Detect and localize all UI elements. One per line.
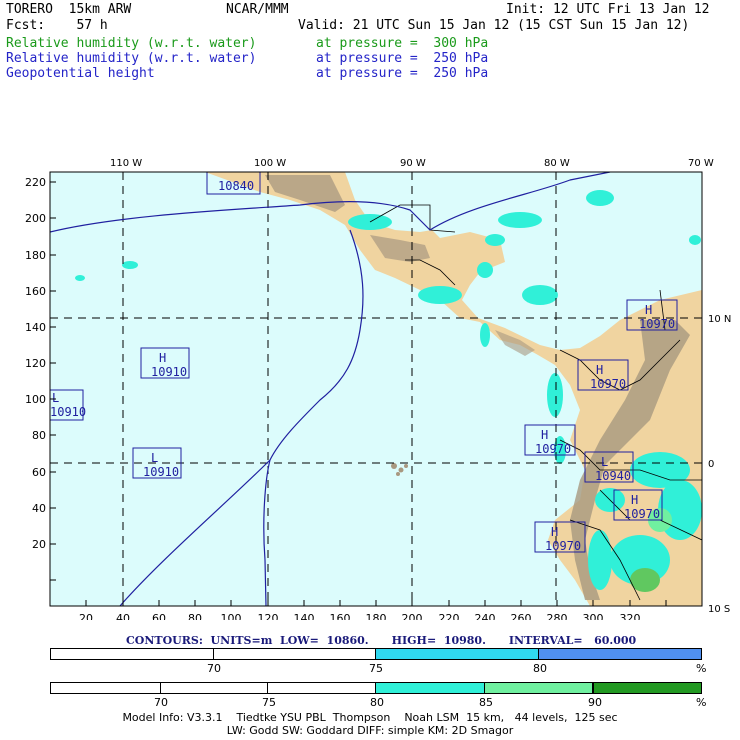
lon-label: 90 W <box>400 158 426 169</box>
lon-label: 70 W <box>688 158 714 169</box>
legend-250-seg <box>376 649 539 659</box>
weather-map: 10840 H 10910 L 10910 L 10910 H 10970 H … <box>25 158 731 620</box>
y-tick: 120 <box>25 357 46 370</box>
valid-time: Valid: 21 UTC Sun 15 Jan 12 (15 CST Sun … <box>298 18 690 33</box>
legend-300-seg <box>484 683 594 693</box>
x-tick: 220 <box>439 612 460 620</box>
y-tick: 40 <box>32 502 46 515</box>
lat-label: 10 N <box>708 314 731 325</box>
lat-labels: 10 N 0 10 S <box>708 314 731 615</box>
hl-value-10: 10840 <box>218 179 254 193</box>
model-info-line2: LW: Godd SW: Goddard DIFF: simple KM: 2D… <box>226 724 514 737</box>
hl-value-8: 10970 <box>624 507 660 521</box>
legend-300-label: 85 <box>479 696 493 709</box>
island <box>398 467 404 473</box>
legend-250-bar <box>50 648 702 660</box>
x-tick: 80 <box>188 612 202 620</box>
hl-value-4: 10970 <box>639 317 675 331</box>
y-tick: 180 <box>25 249 46 262</box>
y-tick: 20 <box>32 538 46 551</box>
init-time: Init: 12 UTC Fri 13 Jan 12 <box>506 2 710 17</box>
hl-value-3: 10910 <box>143 465 179 479</box>
legend-300-unit: % <box>696 696 707 709</box>
x-tick: 280 <box>547 612 568 620</box>
island <box>404 464 408 468</box>
model-info-line1: Model Info: V3.3.1 Tiedtke YSU PBL Thomp… <box>122 711 618 724</box>
x-tick: 120 <box>258 612 279 620</box>
legend-250-seg <box>51 649 214 659</box>
contour-info: CONTOURS: UNITS=m LOW= 10860. HIGH= 1098… <box>126 634 637 647</box>
lon-label: 100 W <box>254 158 286 169</box>
x-tick: 20 <box>79 612 93 620</box>
island <box>391 463 397 469</box>
x-tick: 300 <box>583 612 604 620</box>
legend-300-seg <box>51 683 161 693</box>
x-tick: 180 <box>366 612 387 620</box>
hl-value-5: 10970 <box>590 377 626 391</box>
x-tick-labels: 20 40 60 80 100 120 140 160 180 200 220 … <box>79 612 641 620</box>
lon-labels: 110 W 100 W 90 W 80 W 70 W <box>110 158 714 169</box>
hl-value-7: 10940 <box>595 469 631 483</box>
field-3-name: Geopotential height <box>6 66 155 81</box>
hl-value-9: 10970 <box>545 539 581 553</box>
hl-type-7: L <box>601 455 608 469</box>
hl-type-1: H <box>159 351 166 365</box>
y-tick: 220 <box>25 176 46 189</box>
y-tick: 100 <box>25 393 46 406</box>
island <box>396 472 400 476</box>
legend-250-label: 70 <box>207 662 221 675</box>
hl-type-4: H <box>645 303 652 317</box>
x-tick: 140 <box>294 612 315 620</box>
y-tick: 80 <box>32 429 46 442</box>
hl-value-6: 10970 <box>535 442 571 456</box>
y-tick: 160 <box>25 285 46 298</box>
legend-250-seg <box>214 649 376 659</box>
lat-label: 0 <box>708 459 714 470</box>
field-1-level: at pressure = 300 hPa <box>316 36 489 51</box>
model-title: TORERO 15km ARW <box>6 2 132 17</box>
x-tick: 320 <box>620 612 641 620</box>
x-tick: 100 <box>221 612 242 620</box>
hl-value-2: 10910 <box>50 405 86 419</box>
lat-label: 10 S <box>708 604 730 615</box>
hl-type-2: L <box>52 391 59 405</box>
hl-type-5: H <box>596 363 603 377</box>
hl-type-3: L <box>151 451 158 465</box>
legend-300-seg-top <box>593 682 702 694</box>
x-tick: 260 <box>511 612 532 620</box>
hl-value-1: 10910 <box>151 365 187 379</box>
legend-300-label: 70 <box>154 696 168 709</box>
x-tick: 240 <box>475 612 496 620</box>
legend-300-seg <box>161 683 269 693</box>
legend-300-label: 90 <box>588 696 602 709</box>
forecast-hour: Fcst: 57 h <box>6 18 108 33</box>
y-tick-labels: 220 200 180 160 140 120 100 80 60 40 20 <box>25 176 46 551</box>
y-tick: 200 <box>25 212 46 225</box>
y-tick: 60 <box>32 466 46 479</box>
legend-300-label: 75 <box>262 696 276 709</box>
legend-250-label: 75 <box>369 662 383 675</box>
legend-250-unit: % <box>696 662 707 675</box>
lon-label: 80 W <box>544 158 570 169</box>
x-tick: 160 <box>330 612 351 620</box>
field-1-name: Relative humidity (w.r.t. water) <box>6 36 257 51</box>
x-tick: 40 <box>116 612 130 620</box>
legend-300-label: 80 <box>370 696 384 709</box>
org-label: NCAR/MMM <box>226 2 289 17</box>
x-tick: 60 <box>152 612 166 620</box>
legend-300-seg <box>376 683 485 693</box>
x-tick: 200 <box>402 612 423 620</box>
legend-250-label: 80 <box>533 662 547 675</box>
field-2-name: Relative humidity (w.r.t. water) <box>6 51 257 66</box>
field-3-level: at pressure = 250 hPa <box>316 66 489 81</box>
field-2-level: at pressure = 250 hPa <box>316 51 489 66</box>
legend-300-seg <box>268 683 376 693</box>
y-tick: 140 <box>25 321 46 334</box>
hl-type-8: H <box>631 493 638 507</box>
legend-250-seg <box>538 649 701 659</box>
hl-type-9: H <box>551 525 558 539</box>
hl-type-6: H <box>541 428 548 442</box>
lon-label: 110 W <box>110 158 142 169</box>
